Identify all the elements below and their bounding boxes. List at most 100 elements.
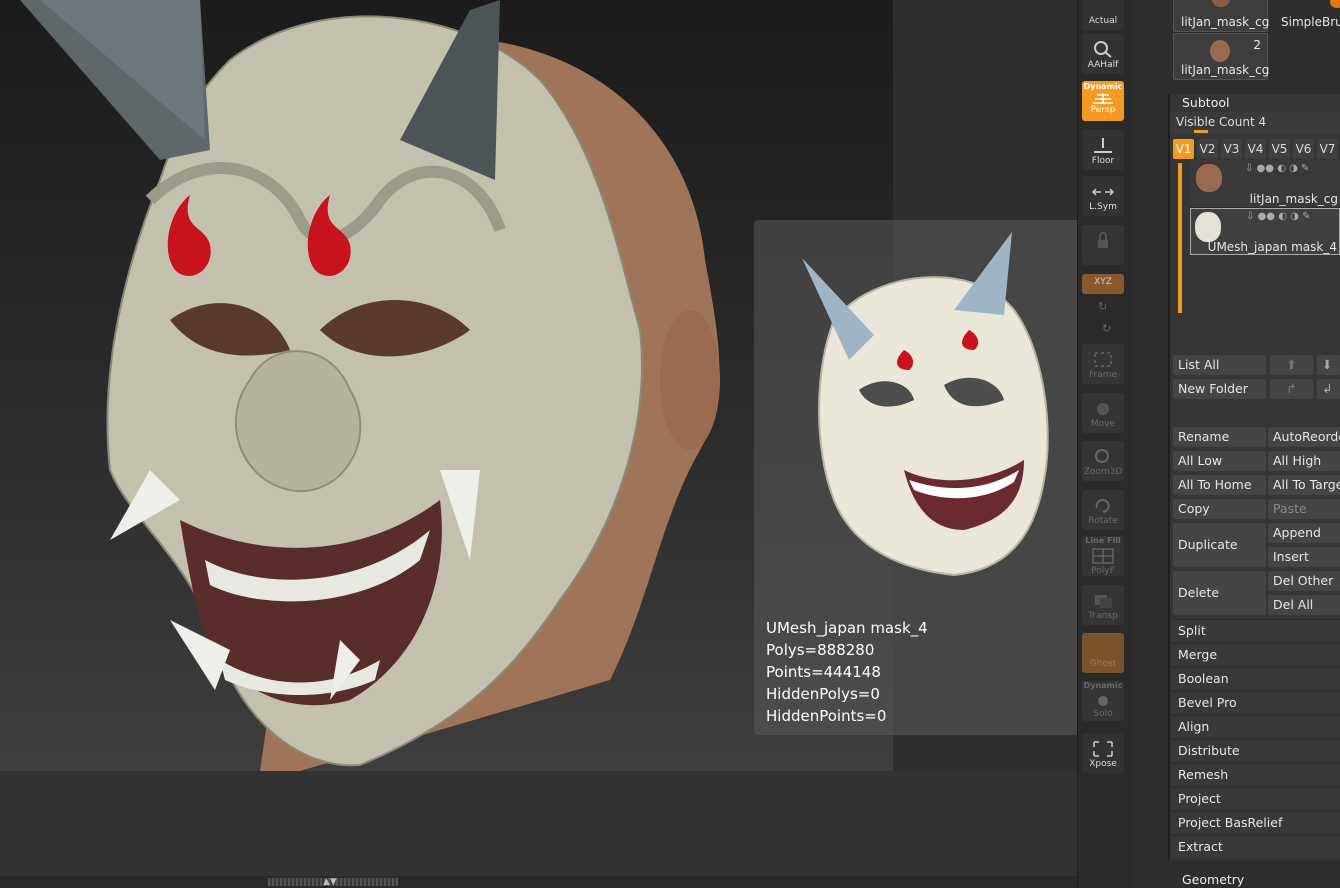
eye-toggle-icons[interactable]: ⇩ ●● ◐ ◑ ✎: [1246, 211, 1310, 222]
rotate-z-icon[interactable]: ↻: [1102, 322, 1111, 335]
move-down-button[interactable]: ⬇: [1317, 355, 1340, 375]
subtool-title[interactable]: Subtool: [1182, 95, 1229, 110]
xyz-button[interactable]: XYZ: [1082, 274, 1124, 294]
floor-button[interactable]: Floor: [1082, 130, 1124, 170]
all-to-target-button[interactable]: All To Targe: [1268, 475, 1340, 495]
tab-v4[interactable]: V4: [1245, 139, 1266, 159]
lsym-label: L.Sym: [1089, 202, 1117, 212]
all-high-button[interactable]: All High: [1268, 451, 1340, 471]
rotate-button[interactable]: Rotate: [1082, 490, 1124, 530]
paste-button[interactable]: Paste: [1268, 499, 1340, 519]
visible-count-slider[interactable]: Visible Count 4: [1170, 112, 1340, 134]
eye-toggle-icons[interactable]: ⇩ ●● ◐ ◑ ✎: [1245, 163, 1309, 174]
lsym-button[interactable]: L.Sym: [1082, 176, 1124, 216]
subtool-item-1[interactable]: ⇩ ●● ◐ ◑ ✎ litJan_mask_cg: [1190, 160, 1340, 208]
zoom3d-label: Zoom3D: [1083, 467, 1123, 477]
tab-v3[interactable]: V3: [1221, 139, 1242, 159]
del-all-button[interactable]: Del All: [1268, 595, 1340, 615]
arrow-right-button[interactable]: ↱: [1270, 379, 1313, 399]
ear: [660, 310, 720, 450]
transp-label: Transp: [1088, 611, 1118, 621]
move-button[interactable]: Move: [1082, 393, 1124, 433]
subtool-item-2[interactable]: ⇩ ●● ◐ ◑ ✎ UMesh_japan mask_4: [1190, 208, 1340, 255]
geometry-header[interactable]: Geometry: [1182, 872, 1244, 887]
xyz-label: XYZ: [1094, 277, 1112, 287]
tab-v6[interactable]: V6: [1293, 139, 1314, 159]
floor-icon: [1094, 138, 1112, 153]
polyf-button[interactable]: Line Fill PolyF: [1082, 536, 1124, 576]
tab-v1[interactable]: V1: [1173, 139, 1194, 159]
delete-button[interactable]: Delete: [1173, 571, 1266, 615]
bottom-shelf: [0, 876, 1077, 888]
head-thumbnail: [1210, 40, 1230, 62]
lock-button[interactable]: [1082, 225, 1124, 265]
popup-polys: Polys=888280: [766, 641, 875, 659]
head-thumbnail: [1196, 164, 1222, 192]
insert-button[interactable]: Insert: [1268, 547, 1340, 567]
remesh-menu[interactable]: Remesh: [1172, 763, 1340, 785]
extract-menu[interactable]: Extract: [1172, 835, 1340, 857]
linefill-label: Line Fill: [1085, 536, 1121, 545]
tool-thumb-1-label: litJan_mask_cg: [1181, 15, 1270, 29]
tab-v2[interactable]: V2: [1197, 139, 1218, 159]
tool-thumb-2-label[interactable]: SimpleBru: [1281, 15, 1340, 29]
polyframe-grid-icon: [1092, 548, 1114, 564]
xpose-icon: [1093, 741, 1113, 757]
frame-icon: [1094, 352, 1112, 367]
expand-arrows-icon: ▲▼: [323, 877, 337, 887]
tool-thumb-3-label: litJan_mask_cg: [1181, 63, 1270, 77]
arrow-return-button[interactable]: ↲: [1317, 379, 1340, 399]
solo-button[interactable]: Dynamic Solo: [1082, 681, 1124, 721]
append-button[interactable]: Append: [1268, 523, 1340, 543]
project-menu[interactable]: Project: [1172, 787, 1340, 809]
ghost-button[interactable]: Ghost: [1082, 633, 1124, 673]
bottom-shelf-grip[interactable]: ▲▼: [268, 877, 398, 887]
popup-hidden-polys: HiddenPolys=0: [766, 685, 880, 703]
split-menu[interactable]: Split: [1172, 619, 1340, 641]
ghost-label: Ghost: [1089, 659, 1117, 669]
tool-thumb-3-count: 2: [1253, 38, 1261, 52]
persp-button[interactable]: Dynamic Persp: [1082, 81, 1124, 121]
move-up-button[interactable]: ⬆: [1270, 355, 1313, 375]
tab-v5[interactable]: V5: [1269, 139, 1290, 159]
all-to-home-button[interactable]: All To Home: [1173, 475, 1266, 495]
frame-button[interactable]: Frame: [1082, 344, 1124, 384]
hand-icon: [1097, 403, 1109, 415]
lock-icon: [1098, 232, 1108, 248]
xpose-label: Xpose: [1089, 759, 1117, 769]
actual-button[interactable]: Actual: [1082, 0, 1124, 30]
tab-v7[interactable]: V7: [1317, 139, 1338, 159]
rotate-y-icon[interactable]: ↻: [1098, 300, 1107, 313]
visible-count-label: Visible Count 4: [1176, 115, 1267, 129]
aahalf-button[interactable]: AAHalf: [1082, 34, 1124, 74]
align-menu[interactable]: Align: [1172, 715, 1340, 737]
zoom3d-button[interactable]: Zoom3D: [1082, 441, 1124, 481]
popup-hidden-points: HiddenPoints=0: [766, 707, 887, 725]
subtool-scrollbar[interactable]: [1178, 163, 1182, 313]
all-low-button[interactable]: All Low: [1173, 451, 1266, 471]
distribute-menu[interactable]: Distribute: [1172, 739, 1340, 761]
head-thumbnail: [1212, 0, 1230, 7]
del-other-button[interactable]: Del Other: [1268, 571, 1340, 591]
autoreorder-button[interactable]: AutoReorde: [1268, 427, 1340, 447]
popup-mesh-name: UMesh_japan mask_4: [766, 619, 928, 637]
transp-button[interactable]: Transp: [1082, 585, 1124, 625]
merge-menu[interactable]: Merge: [1172, 643, 1340, 665]
boolean-menu[interactable]: Boolean: [1172, 667, 1340, 689]
actual-label: Actual: [1088, 16, 1118, 26]
symmetry-icon: [1091, 188, 1115, 196]
list-all-button[interactable]: List All: [1173, 355, 1266, 375]
persp-label: Persp: [1090, 105, 1116, 115]
xpose-button[interactable]: Xpose: [1082, 733, 1124, 773]
project-basrelief-menu[interactable]: Project BasRelief: [1172, 811, 1340, 833]
new-folder-button[interactable]: New Folder: [1173, 379, 1266, 399]
rename-button[interactable]: Rename: [1173, 427, 1266, 447]
solo-icon: [1098, 696, 1108, 706]
duplicate-button[interactable]: Duplicate: [1173, 523, 1266, 567]
move-label: Move: [1090, 419, 1116, 429]
floor-label: Floor: [1091, 156, 1115, 166]
copy-button[interactable]: Copy: [1173, 499, 1266, 519]
bevel-pro-menu[interactable]: Bevel Pro: [1172, 691, 1340, 713]
subtool-item-2-name: UMesh_japan mask_4: [1207, 240, 1337, 254]
slider-handle[interactable]: [1194, 130, 1208, 133]
